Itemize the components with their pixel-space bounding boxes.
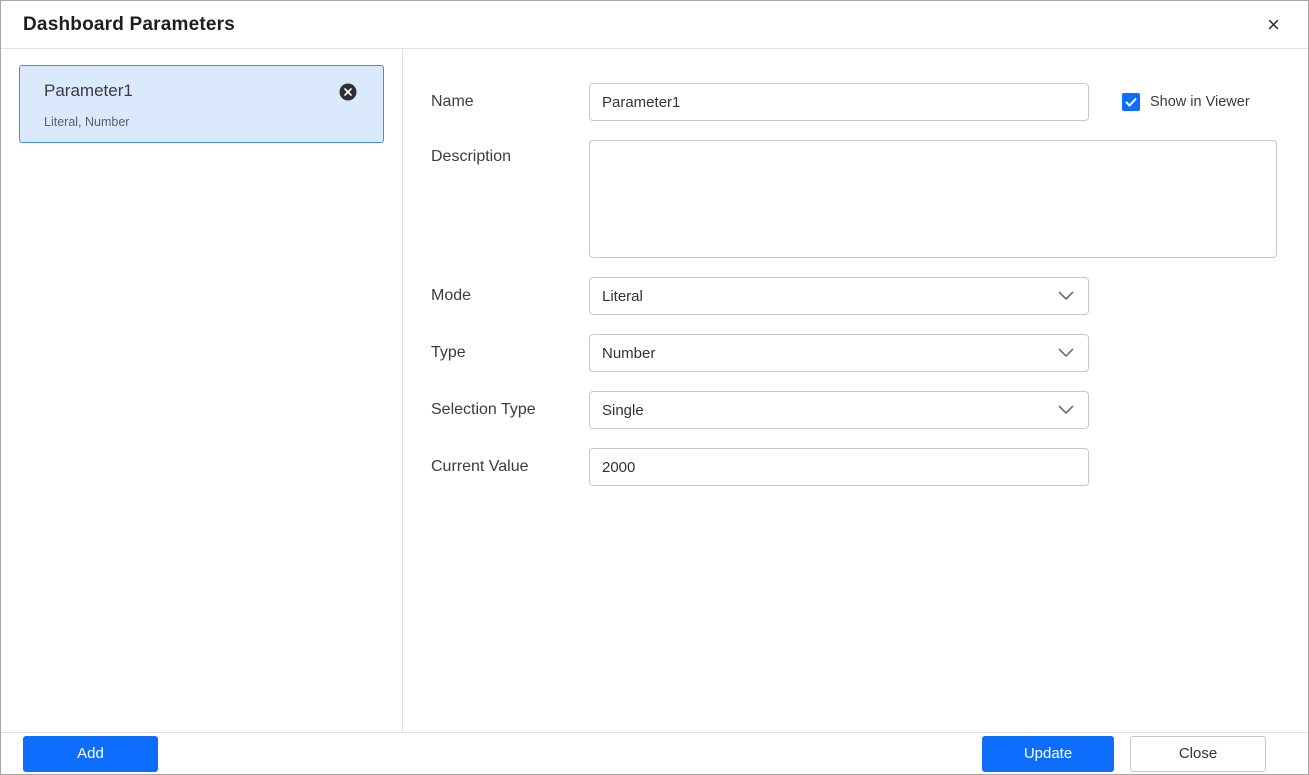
remove-parameter-icon[interactable] xyxy=(339,83,357,101)
update-button[interactable]: Update xyxy=(982,736,1114,772)
description-row: Description xyxy=(431,140,1277,258)
parameter-list-panel: Parameter1 Literal, Number xyxy=(1,49,403,732)
show-in-viewer-group: Show in Viewer xyxy=(1122,93,1250,111)
chevron-down-icon xyxy=(1058,291,1074,301)
current-value-input[interactable] xyxy=(589,448,1089,486)
dialog-title: Dashboard Parameters xyxy=(23,14,235,36)
parameter-card-summary: Literal, Number xyxy=(44,115,367,129)
current-value-row: Current Value xyxy=(431,448,1277,486)
parameter-form: Name Show in Viewer Description Mode xyxy=(403,49,1309,732)
chevron-down-icon xyxy=(1058,348,1074,358)
chevron-down-icon xyxy=(1058,405,1074,415)
parameter-card-name: Parameter1 xyxy=(44,81,367,101)
footer-actions: Update Close xyxy=(982,736,1266,772)
dialog-header: Dashboard Parameters × xyxy=(1,1,1308,49)
name-input[interactable] xyxy=(589,83,1089,121)
mode-label: Mode xyxy=(431,287,589,305)
close-icon[interactable]: × xyxy=(1263,12,1284,38)
dialog-body: Parameter1 Literal, Number Name xyxy=(1,49,1308,732)
check-icon xyxy=(1125,97,1137,107)
show-in-viewer-label: Show in Viewer xyxy=(1150,94,1250,110)
type-dropdown[interactable]: Number xyxy=(589,334,1089,372)
add-button[interactable]: Add xyxy=(23,736,158,772)
selection-type-row: Selection Type Single xyxy=(431,391,1277,429)
dialog-footer: Add Update Close xyxy=(1,732,1308,774)
parameter-card[interactable]: Parameter1 Literal, Number xyxy=(19,65,384,143)
type-label: Type xyxy=(431,344,589,362)
selection-type-label: Selection Type xyxy=(431,401,589,419)
description-label: Description xyxy=(431,148,589,166)
mode-dropdown[interactable]: Literal xyxy=(589,277,1089,315)
show-in-viewer-checkbox[interactable] xyxy=(1122,93,1140,111)
dashboard-parameters-dialog: Dashboard Parameters × Parameter1 Litera… xyxy=(0,0,1309,775)
mode-dropdown-value: Literal xyxy=(602,288,643,305)
current-value-label: Current Value xyxy=(431,458,589,476)
selection-type-dropdown-value: Single xyxy=(602,402,644,419)
close-button[interactable]: Close xyxy=(1130,736,1266,772)
type-row: Type Number xyxy=(431,334,1277,372)
description-textarea[interactable] xyxy=(589,140,1277,258)
type-dropdown-value: Number xyxy=(602,345,655,362)
mode-row: Mode Literal xyxy=(431,277,1277,315)
name-label: Name xyxy=(431,93,589,111)
name-row: Name Show in Viewer xyxy=(431,83,1277,121)
selection-type-dropdown[interactable]: Single xyxy=(589,391,1089,429)
